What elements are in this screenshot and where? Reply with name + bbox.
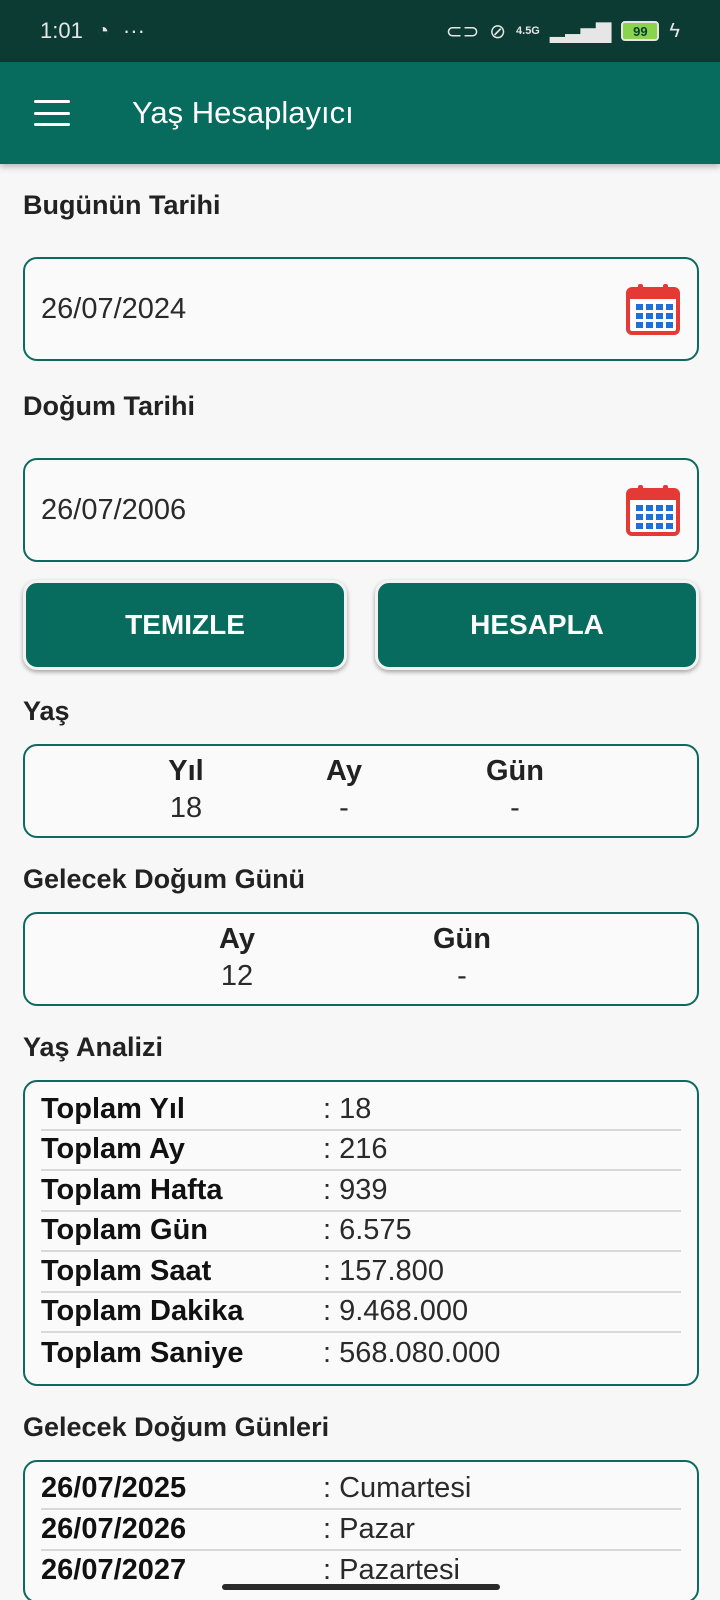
today-date-field[interactable]: 26/07/2024 <box>23 257 699 361</box>
table-row: 26/07/2025 : Cumartesi <box>41 1470 681 1510</box>
birth-label: Doğum Tarihi <box>23 391 195 421</box>
today-date-value: 26/07/2024 <box>41 292 187 325</box>
upcoming-label: Gelecek Doğum Günleri <box>23 1411 330 1442</box>
table-row: Toplam Saniye : 568.080.000 <box>41 1333 681 1374</box>
network-type: 4.5G <box>516 25 540 37</box>
charging-icon: ϟ <box>669 19 680 42</box>
notification-icon: ◔ <box>96 19 109 42</box>
age-month-value: - <box>339 792 349 824</box>
table-row: Toplam Ay : 216 <box>41 1131 681 1171</box>
next-day-header: Gün <box>433 923 491 955</box>
analysis-card: Toplam Yıl : 18 Toplam Ay : 216 Toplam Haf… <box>23 1080 699 1386</box>
mute-icon: ⊘ <box>489 20 507 43</box>
today-label: Bugünün Tarihi <box>23 190 221 220</box>
table-row: Toplam Hafta : 939 <box>41 1171 681 1212</box>
upcoming-card: 26/07/2025: Cumartesi 26/07/2026: Pazar … <box>23 1459 699 1600</box>
age-year-header: Yıl <box>168 755 204 787</box>
calendar-icon[interactable] <box>625 282 681 336</box>
age-year-value: 18 <box>169 792 203 824</box>
table-row: Toplam Saat : 157.800 <box>41 1252 681 1293</box>
analysis-key: Toplam Gün <box>41 1214 209 1247</box>
calculate-button[interactable]: HESAPLA <box>375 580 699 670</box>
analysis-key: Toplam Saat <box>41 1254 212 1287</box>
table-row: Toplam Dakika : 9.468.000 <box>41 1293 681 1333</box>
table-row: 26/07/2026 : Pazar <box>41 1510 681 1551</box>
age-year-column: Yıl 18 <box>126 755 246 825</box>
next-day-column: Gün - <box>402 923 522 993</box>
age-label: Yaş <box>23 696 70 726</box>
age-day-value: - <box>510 792 520 824</box>
table-row: Toplam Gün : 6.575 <box>41 1212 681 1252</box>
analysis-value: : 939 <box>323 1173 388 1206</box>
table-row: Toplam Yıl : 18 <box>41 1090 681 1131</box>
upcoming-date: 26/07/2027 <box>41 1554 187 1587</box>
app-bar: Yaş Hesaplayıcı <box>0 62 720 164</box>
analysis-value: : 6.575 <box>323 1214 412 1247</box>
home-indicator[interactable] <box>222 1584 500 1590</box>
status-more: ··· <box>122 18 145 43</box>
battery-icon: 99 <box>621 21 660 41</box>
next-month-value: 12 <box>220 960 254 992</box>
upcoming-date: 26/07/2025 <box>41 1472 187 1505</box>
next-birthday-label: Gelecek Doğum Günü <box>23 864 306 894</box>
age-month-header: Ay <box>326 755 362 787</box>
clear-button[interactable]: TEMIZLE <box>23 580 347 670</box>
age-month-column: Ay - <box>284 755 404 825</box>
analysis-key: Toplam Yıl <box>41 1092 185 1125</box>
next-birthday-card: Ay 12 Gün - <box>23 912 699 1006</box>
birth-date-value: 26/07/2006 <box>41 493 187 526</box>
next-month-column: Ay 12 <box>177 923 297 993</box>
app-title: Yaş Hesaplayıcı <box>132 95 354 130</box>
action-buttons: TEMIZLE HESAPLA <box>23 580 699 670</box>
upcoming-day: : Pazartesi <box>323 1554 460 1587</box>
analysis-key: Toplam Ay <box>41 1133 185 1166</box>
main-content: Bugünün Tarihi 26/07/2024 Doğum Tarihi 2… <box>23 164 699 1600</box>
analysis-label: Yaş Analizi <box>23 1032 164 1062</box>
analysis-value: : 18 <box>323 1092 372 1125</box>
upcoming-date: 26/07/2026 <box>41 1512 187 1545</box>
birth-date-field[interactable]: 26/07/2006 <box>23 458 699 562</box>
upcoming-day: : Cumartesi <box>323 1472 472 1505</box>
menu-icon[interactable] <box>34 100 70 126</box>
next-month-header: Ay <box>219 923 255 955</box>
analysis-key: Toplam Dakika <box>41 1295 244 1328</box>
upcoming-day: : Pazar <box>323 1512 415 1545</box>
calendar-icon[interactable] <box>625 483 681 537</box>
analysis-key: Toplam Saniye <box>41 1336 244 1369</box>
analysis-key: Toplam Hafta <box>41 1173 223 1206</box>
link-icon: ⊂⊃ <box>445 20 480 43</box>
signal-icon: ▂▃▅▇ <box>549 20 612 43</box>
analysis-value: : 568.080.000 <box>323 1336 501 1369</box>
status-bar: 1:01 ◔ ··· ⊂⊃ ⊘ 4.5G ▂▃▅▇ 99 ϟ <box>0 0 720 62</box>
analysis-value: : 9.468.000 <box>323 1295 469 1328</box>
age-day-column: Gün - <box>455 755 575 825</box>
next-day-value: - <box>457 960 467 992</box>
analysis-value: : 216 <box>323 1133 388 1166</box>
age-day-header: Gün <box>486 755 544 787</box>
analysis-value: : 157.800 <box>323 1254 444 1287</box>
status-time: 1:01 <box>40 18 83 43</box>
age-card: Yıl 18 Ay - Gün - <box>23 744 699 838</box>
